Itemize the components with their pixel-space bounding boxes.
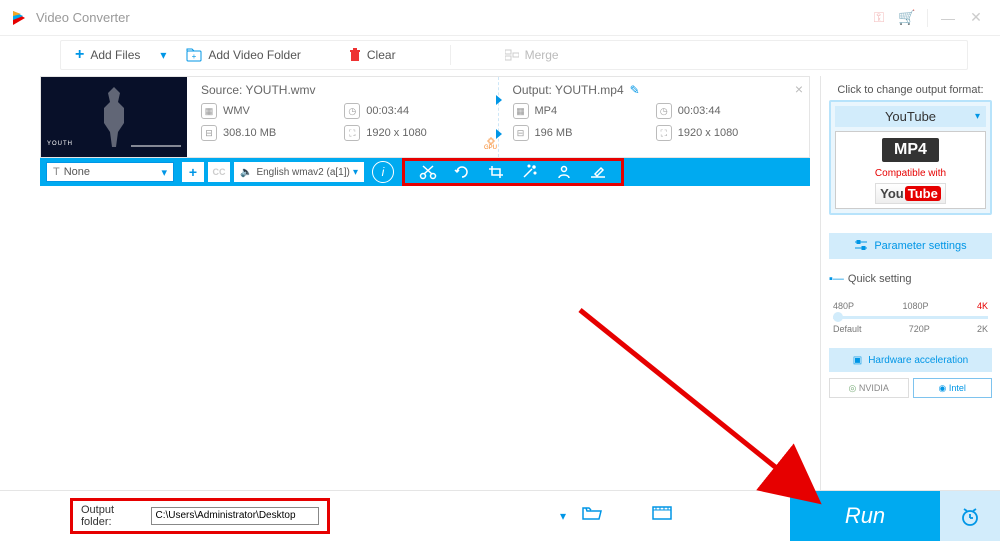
format-card: MP4 Compatible with YouTube — [835, 131, 986, 209]
file-row: YOUTH Source: YOUTH.wmv ▦ WMV ◷ 00:03:44 ⊟… — [40, 76, 810, 158]
chip-icon: ▣ — [853, 355, 862, 366]
output-folder-input[interactable] — [151, 507, 319, 525]
merge-button[interactable]: Merge — [491, 41, 573, 69]
output-label: Output: YOUTH.mp4 — [513, 83, 624, 97]
remove-file-button[interactable]: × — [795, 81, 803, 97]
format-icon: ▦ — [513, 103, 529, 119]
audio-track-dropdown[interactable]: 🔈 English wmav2 (a[1]) ▾ — [234, 162, 364, 182]
output-size: 196 MB — [535, 127, 573, 139]
output-format-box[interactable]: YouTube ▾ MP4 Compatible with YouTube — [829, 100, 992, 215]
source-info: Source: YOUTH.wmv ▦ WMV ◷ 00:03:44 ⊟ 308.10… — [187, 77, 498, 157]
trash-icon — [349, 48, 361, 62]
subtitle-dropdown[interactable]: T None ▾ — [46, 162, 174, 182]
add-folder-label: Add Video Folder — [208, 48, 301, 62]
youtube-logo-icon: YouTube — [875, 183, 946, 204]
output-folder-dropdown[interactable]: ▾ — [560, 509, 566, 523]
audio-value: English wmav2 (a[1]) — [256, 167, 349, 178]
key-icon[interactable]: ⚿ — [865, 4, 893, 32]
info-button[interactable]: i — [372, 161, 394, 183]
video-thumbnail[interactable]: YOUTH — [41, 77, 187, 157]
rotate-button[interactable] — [445, 163, 479, 181]
intel-chip[interactable]: ◉ Intel — [913, 378, 993, 398]
output-resolution: 1920 x 1080 — [678, 127, 739, 139]
svg-text:+: + — [192, 52, 197, 61]
clock-icon: ◷ — [344, 103, 360, 119]
bottom-bar: Output folder: ▾ Run — [0, 490, 1000, 540]
open-folder-button[interactable] — [582, 505, 602, 526]
output-info: × Output: YOUTH.mp4 ✎ ▦ MP4 ◷ 00:03:44 ⊟ 196… — [499, 77, 810, 157]
right-panel: Click to change output format: YouTube ▾ … — [820, 76, 1000, 494]
watermark-button[interactable] — [547, 163, 581, 181]
gpu-label: GPU — [484, 145, 497, 151]
hw-label: Hardware acceleration — [868, 355, 968, 366]
add-folder-button[interactable]: + Add Video Folder — [172, 41, 315, 69]
sliders-icon — [854, 239, 868, 254]
output-folder-group: Output folder: — [70, 498, 330, 534]
clock-icon: ◷ — [656, 103, 672, 119]
clear-label: Clear — [367, 48, 396, 62]
cart-icon[interactable]: 🛒 — [893, 4, 921, 32]
edit-output-name-button[interactable]: ✎ — [630, 83, 640, 97]
gpu-icon: GPU — [484, 137, 498, 151]
dimensions-icon: ⛶ — [656, 125, 672, 141]
dimensions-icon: ⛶ — [344, 125, 360, 141]
profile-name: YouTube — [885, 109, 936, 124]
format-hint-label: Click to change output format: — [829, 84, 992, 96]
quick-setting-label: ▪—Quick setting — [829, 273, 992, 285]
chevron-down-icon: ▾ — [975, 111, 980, 122]
run-button[interactable]: Run — [790, 491, 940, 541]
edit-tools-group — [402, 158, 624, 186]
source-duration: 00:03:44 — [366, 105, 409, 117]
file-list: YOUTH Source: YOUTH.wmv ▦ WMV ◷ 00:03:44 ⊟… — [0, 76, 820, 494]
output-folder-label: Output folder: — [81, 504, 147, 528]
nvidia-chip[interactable]: ◎ NVIDIA — [829, 378, 909, 398]
subtitle-value: None — [64, 166, 90, 178]
add-files-button[interactable]: + Add Files — [61, 41, 154, 69]
compat-label: Compatible with — [840, 168, 981, 179]
plus-icon: + — [75, 46, 84, 64]
main-toolbar: + Add Files ▾ + Add Video Folder Clear M… — [60, 40, 968, 70]
parameter-settings-button[interactable]: Parameter settings — [829, 233, 992, 259]
source-label: Source: YOUTH.wmv — [201, 83, 488, 97]
app-title: Video Converter — [36, 10, 130, 25]
merge-icon — [505, 49, 519, 61]
disk-icon: ⊟ — [201, 125, 217, 141]
crop-button[interactable] — [479, 163, 513, 181]
add-files-label: Add Files — [90, 48, 140, 62]
cc-button[interactable]: CC — [208, 162, 230, 182]
shutdown-timer-button[interactable] — [940, 491, 1000, 541]
subtitle-edit-button[interactable] — [581, 163, 615, 181]
format-badge: MP4 — [882, 138, 939, 162]
add-subtitle-button[interactable]: + — [182, 162, 204, 182]
format-icon: ▦ — [201, 103, 217, 119]
source-resolution: 1920 x 1080 — [366, 127, 427, 139]
app-logo-icon — [10, 9, 28, 27]
minimize-button[interactable]: — — [934, 4, 962, 32]
trim-button[interactable] — [411, 163, 445, 181]
add-files-dropdown[interactable]: ▾ — [154, 48, 172, 62]
param-label: Parameter settings — [874, 240, 966, 252]
source-format: WMV — [223, 105, 250, 117]
thumb-label: YOUTH — [47, 141, 73, 147]
disk-icon: ⊟ — [513, 125, 529, 141]
file-control-bar: T None ▾ + CC 🔈 English wmav2 (a[1]) ▾ i — [40, 158, 810, 186]
output-format: MP4 — [535, 105, 558, 117]
snapshot-folder-button[interactable] — [652, 505, 672, 526]
source-size: 308.10 MB — [223, 127, 276, 139]
effect-button[interactable] — [513, 163, 547, 181]
hardware-accel-button[interactable]: ▣ Hardware acceleration — [829, 348, 992, 372]
close-button[interactable]: ✕ — [962, 4, 990, 32]
main-area: YOUTH Source: YOUTH.wmv ▦ WMV ◷ 00:03:44 ⊟… — [0, 76, 1000, 494]
folder-plus-icon: + — [186, 48, 202, 62]
output-duration: 00:03:44 — [678, 105, 721, 117]
merge-label: Merge — [525, 48, 559, 62]
quality-slider[interactable]: 480P1080P4K Default720P2K — [829, 291, 992, 334]
clear-button[interactable]: Clear — [335, 41, 410, 69]
title-bar: Video Converter ⚿ 🛒 — ✕ — [0, 0, 1000, 36]
